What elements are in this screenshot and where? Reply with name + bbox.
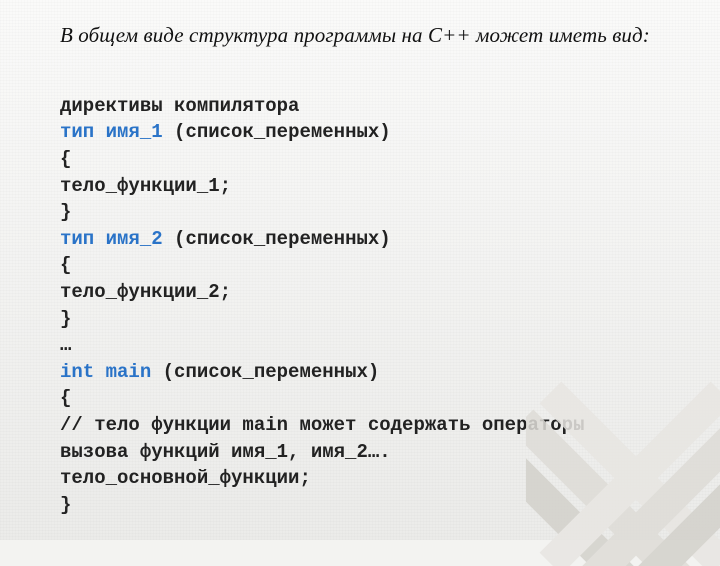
- keyword-name1: имя_1: [106, 121, 163, 143]
- keyword-main: main: [106, 361, 152, 383]
- brace-open: {: [60, 387, 71, 409]
- keyword-name2: имя_2: [106, 228, 163, 250]
- heading-text: В общем виде структура программы на С++ …: [60, 22, 660, 48]
- code-line: директивы компилятора: [60, 95, 299, 117]
- slide: В общем виде структура программы на С++ …: [0, 0, 720, 540]
- param-list: (список_переменных): [174, 228, 391, 250]
- ellipsis: …: [60, 334, 71, 356]
- body-fn2: тело_функции_2;: [60, 281, 231, 303]
- brace-close: }: [60, 494, 71, 516]
- param-list: (список_переменных): [163, 361, 380, 383]
- brace-close: }: [60, 308, 71, 330]
- keyword-type: тип: [60, 228, 94, 250]
- code-block: директивы компилятора тип имя_1 (список_…: [60, 66, 660, 545]
- brace-open: {: [60, 148, 71, 170]
- param-list: (список_переменных): [174, 121, 391, 143]
- keyword-type: тип: [60, 121, 94, 143]
- keyword-int: int: [60, 361, 94, 383]
- brace-close: }: [60, 201, 71, 223]
- comment-line: // тело функции main может содержать опе…: [60, 414, 596, 463]
- body-main: тело_основной_функции;: [60, 467, 311, 489]
- body-fn1: тело_функции_1;: [60, 175, 231, 197]
- brace-open: {: [60, 254, 71, 276]
